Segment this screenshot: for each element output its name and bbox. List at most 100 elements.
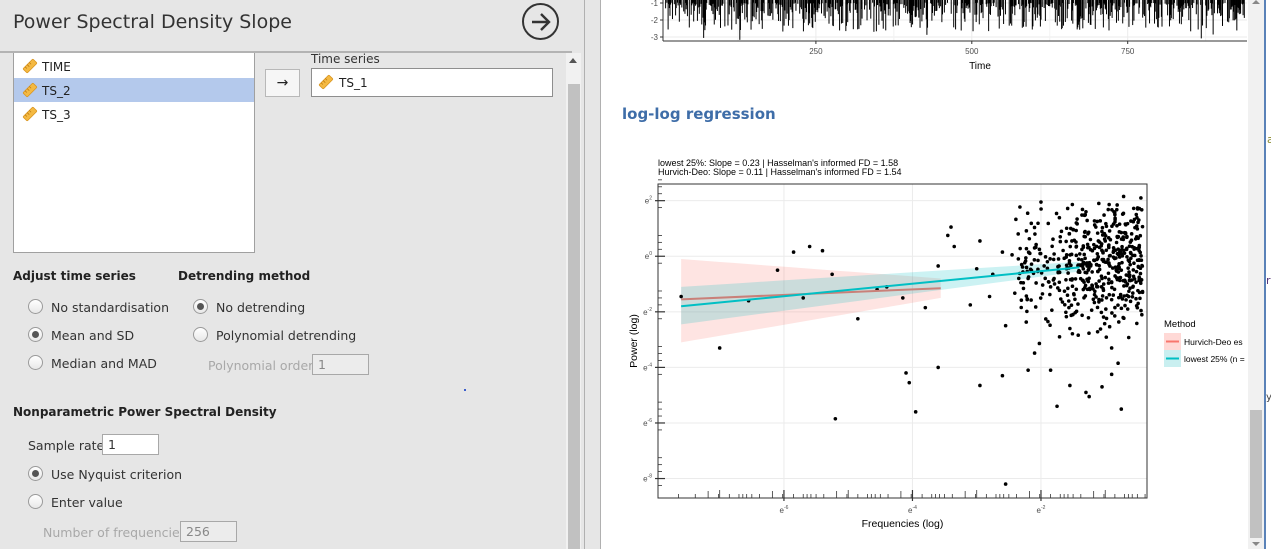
- time-series-label: Time series: [311, 52, 380, 66]
- data-point: [1131, 291, 1135, 295]
- scroll-up-icon[interactable]: [569, 58, 577, 63]
- data-point: [1032, 258, 1037, 262]
- results-panel: 250 500 750 -1 -2 -3 Time log-log regression l…: [601, 0, 1248, 549]
- variable-list-item[interactable]: TIME: [14, 54, 254, 78]
- run-analysis-button[interactable]: [522, 3, 559, 40]
- data-point: [1097, 263, 1102, 268]
- radio-indicator[interactable]: [28, 355, 43, 370]
- data-point: [1092, 223, 1097, 227]
- move-variable-button[interactable]: →: [265, 69, 300, 97]
- plot-subtitle: Hurvich-Deo: Slope = 0.11 | Hasselman's …: [658, 167, 902, 177]
- data-point: [1043, 255, 1048, 259]
- data-point: [1024, 265, 1029, 270]
- sample-rate-input[interactable]: 1: [102, 434, 159, 455]
- data-point: [1119, 237, 1124, 241]
- data-point: [1095, 305, 1100, 310]
- variable-list[interactable]: TIME TS_2 TS_3: [13, 53, 255, 253]
- legend-label: lowest 25% (n =: [1184, 354, 1245, 364]
- data-point: [1094, 295, 1098, 299]
- radio-label: Median and MAD: [51, 356, 157, 371]
- data-point: [1113, 274, 1117, 278]
- data-point: [1055, 286, 1060, 290]
- data-point: [1132, 217, 1137, 222]
- data-point: [1069, 313, 1074, 318]
- data-point: [1100, 225, 1105, 230]
- data-point: [1082, 213, 1087, 217]
- radio-indicator[interactable]: [28, 494, 43, 509]
- detrend-heading: Detrending method: [178, 269, 311, 283]
- radio-indicator[interactable]: [193, 299, 208, 314]
- options-scrollbar[interactable]: [566, 53, 581, 549]
- data-point: [1131, 268, 1136, 272]
- polynomial-order-input[interactable]: 1: [312, 354, 369, 375]
- variable-list-item[interactable]: TS_3: [14, 102, 254, 126]
- data-point: [1098, 327, 1103, 331]
- radio-indicator[interactable]: [28, 299, 43, 314]
- data-point: [1077, 270, 1082, 275]
- data-point: [1100, 294, 1105, 298]
- data-point: [1048, 323, 1052, 328]
- nfreq-input[interactable]: 256: [180, 521, 237, 542]
- data-point: [1068, 326, 1072, 331]
- data-point: [1092, 219, 1097, 223]
- data-point: [1052, 252, 1056, 256]
- data-point: [974, 266, 979, 271]
- data-point: [1018, 205, 1022, 209]
- scrollbar-thumb[interactable]: [568, 84, 580, 549]
- scrollbar-thumb[interactable]: [1250, 410, 1262, 538]
- data-point: [1131, 206, 1136, 211]
- data-point: [1135, 207, 1140, 211]
- variable-list-item[interactable]: TS_2: [14, 78, 254, 102]
- data-point: [717, 346, 722, 350]
- data-point: [1055, 404, 1059, 409]
- data-point: [1057, 280, 1062, 285]
- data-point: [901, 296, 905, 300]
- data-point: [1025, 297, 1030, 301]
- data-point: [1113, 248, 1118, 252]
- data-point: [1112, 314, 1117, 318]
- data-point: [1116, 266, 1121, 271]
- data-point: [1100, 385, 1104, 389]
- data-point: [1121, 194, 1126, 199]
- data-point: [1003, 323, 1008, 328]
- panel-splitter[interactable]: [584, 0, 601, 549]
- data-point: [1084, 209, 1088, 214]
- data-point: [1129, 238, 1134, 243]
- edge-fragment: y': [1266, 392, 1271, 403]
- data-point: [1064, 310, 1068, 315]
- data-point: [1064, 314, 1069, 319]
- data-point: [1076, 302, 1080, 306]
- data-point: [1127, 278, 1132, 283]
- data-point: [1117, 255, 1122, 259]
- scroll-up-icon[interactable]: [1252, 0, 1260, 4]
- scroll-down-icon[interactable]: [1252, 542, 1260, 546]
- data-point: [1021, 286, 1026, 291]
- data-point: [1026, 275, 1031, 279]
- radio-indicator[interactable]: [193, 327, 208, 342]
- data-point: [1124, 235, 1129, 240]
- data-point: [1083, 229, 1087, 234]
- data-point: [1048, 285, 1053, 289]
- data-point: [1069, 263, 1073, 268]
- psd-heading: Nonparametric Power Spectral Density: [13, 405, 277, 419]
- radio-indicator[interactable]: [28, 327, 43, 342]
- time-series-field[interactable]: TS_1: [311, 68, 553, 97]
- data-point: [1101, 286, 1105, 291]
- data-point: [1136, 220, 1140, 225]
- data-point: [1106, 281, 1111, 285]
- data-point: [1074, 245, 1079, 249]
- data-point: [1043, 317, 1048, 321]
- data-point: [1131, 285, 1135, 289]
- data-point: [1120, 244, 1124, 249]
- time-series-value: TS_1: [339, 76, 368, 90]
- data-point: [1110, 224, 1114, 229]
- data-point: [1091, 297, 1096, 302]
- data-point: [1109, 346, 1114, 350]
- radio-indicator[interactable]: [28, 466, 43, 481]
- data-point: [1054, 211, 1059, 216]
- results-scrollbar[interactable]: [1248, 0, 1264, 549]
- data-point: [1023, 259, 1028, 263]
- data-point: [1029, 298, 1033, 302]
- data-point: [1135, 258, 1140, 263]
- data-point: [1067, 232, 1072, 236]
